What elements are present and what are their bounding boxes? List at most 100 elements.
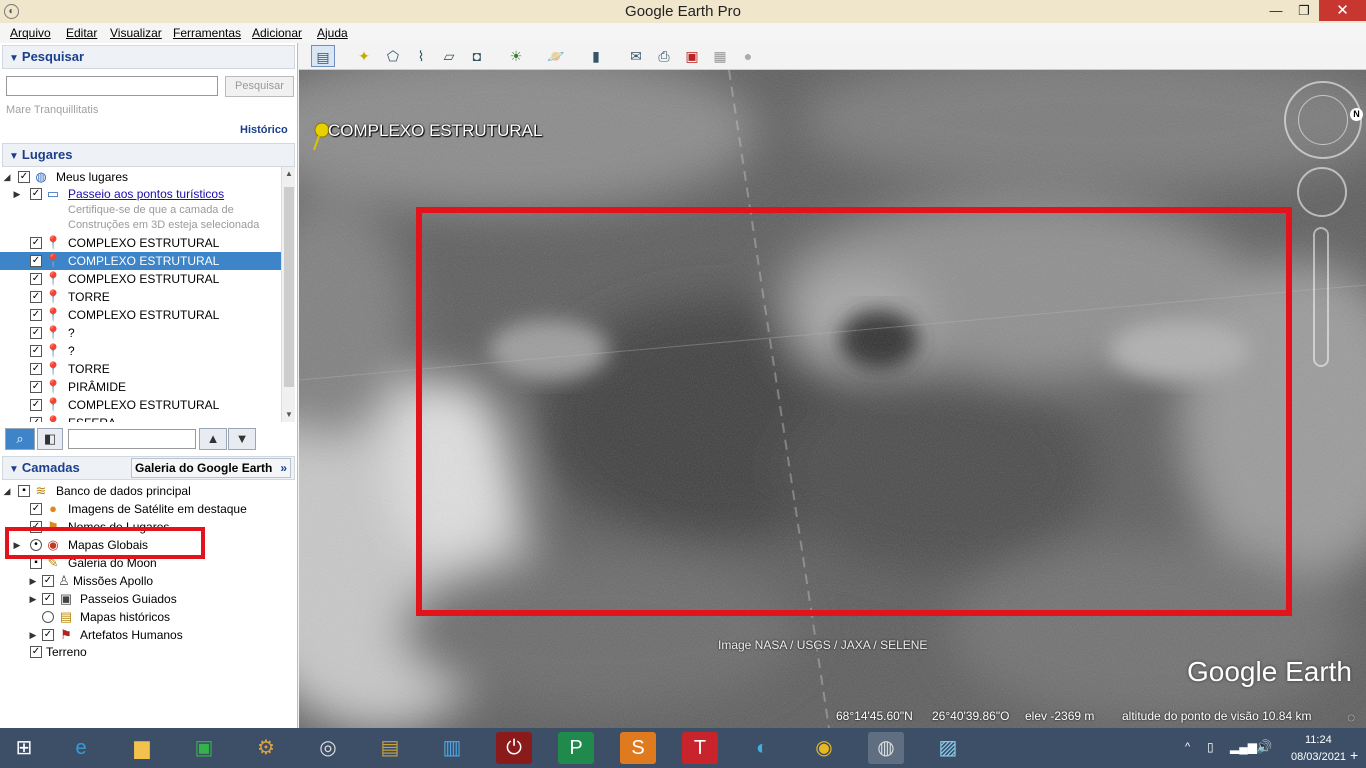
tree-item-placemark[interactable]: ✓ 📍 PIRÂMIDE (0, 378, 281, 396)
tree-item-placemark[interactable]: ✓ 📍 COMPLEXO ESTRUTURAL (0, 234, 281, 252)
scroll-up-arrow-icon[interactable]: ▲ (282, 169, 296, 178)
look-joystick-inner[interactable] (1298, 95, 1348, 145)
placemark-label[interactable]: COMPLEXO ESTRUTURAL (328, 121, 542, 141)
internet-explorer-icon[interactable]: e (63, 732, 99, 764)
menu-adicionar[interactable]: Adicionar (252, 26, 302, 40)
volume-icon[interactable]: 🔊 (1256, 739, 1272, 755)
google-earth-pro-icon[interactable]: ◍ (868, 732, 904, 764)
tree-item-placemark[interactable]: ✓ 📍 ? (0, 324, 281, 342)
store-icon[interactable]: ▣ (186, 732, 222, 764)
places-scrollbar[interactable]: ▲ ▼ (281, 167, 295, 422)
map-viewer[interactable]: COMPLEXO ESTRUTURAL N Image NASA / USGS … (299, 70, 1366, 728)
expand-arrow-icon[interactable]: ▶ (28, 572, 38, 590)
collapse-arrow-icon[interactable]: ◢ (2, 482, 12, 500)
add-polygon-button[interactable]: ⬠ (381, 45, 405, 67)
checkbox[interactable]: ✓ (30, 255, 42, 267)
layer-apollo-missions[interactable]: ▶ ✓ ♙ Missões Apollo (0, 572, 281, 590)
add-overlay-button[interactable]: ▱ (437, 45, 461, 67)
checkbox[interactable]: ✓ (30, 417, 42, 422)
file-explorer-icon[interactable]: ▆ (124, 732, 160, 764)
edge-icon[interactable]: ◐ (744, 732, 780, 764)
layer-terrain[interactable]: ✓ Terreno (0, 643, 281, 661)
checkbox[interactable]: ✓ (30, 237, 42, 249)
speaker-icon[interactable]: ◎ (310, 732, 346, 764)
tree-item-meus-lugares[interactable]: ◢ ✓ ◍ Meus lugares (0, 168, 281, 186)
checkbox[interactable]: ✓ (18, 171, 30, 183)
layer-human-artifacts[interactable]: ▶ ✓ ⚑ Artefatos Humanos (0, 626, 281, 644)
tree-item-placemark[interactable]: ✓ 📍 TORRE (0, 288, 281, 306)
menu-ajuda[interactable]: Ajuda (317, 26, 348, 40)
expand-arrow-icon[interactable]: ▶ (28, 590, 38, 608)
checkbox[interactable]: ✓ (42, 575, 54, 587)
checkbox[interactable]: ✓ (30, 327, 42, 339)
north-indicator[interactable]: N (1350, 108, 1363, 121)
publisher-icon[interactable]: P (558, 732, 594, 764)
add-path-button[interactable]: ⌇ (409, 45, 433, 67)
checkbox[interactable]: ✓ (30, 291, 42, 303)
settings-app-icon[interactable]: ▥ (434, 732, 470, 764)
sway-icon[interactable]: S (620, 732, 656, 764)
checkbox[interactable]: ✓ (42, 629, 54, 641)
sidebar-toggle-button[interactable]: ▤ (311, 45, 335, 67)
move-joystick[interactable] (1297, 167, 1347, 217)
moon-button[interactable]: ● (736, 45, 760, 67)
tree-item-placemark[interactable]: ✓ 📍 COMPLEXO ESTRUTURAL (0, 306, 281, 324)
layer-satellite[interactable]: ✓ ● Imagens de Satélite em destaque (0, 500, 281, 518)
zoom-slider[interactable] (1313, 227, 1329, 367)
checkbox[interactable]: ✓ (30, 188, 42, 200)
maps-button[interactable]: ▦ (708, 45, 732, 67)
scroll-down-arrow-icon[interactable]: ▼ (282, 410, 296, 419)
clock-date[interactable]: 08/03/2021 (1291, 751, 1346, 763)
planets-button[interactable]: 🪐 (544, 45, 568, 67)
notification-icon[interactable]: + (1350, 747, 1358, 763)
app-gear-icon[interactable]: ⚙ (248, 732, 284, 764)
maximize-button[interactable]: ❐ (1291, 0, 1317, 21)
layer-guided-tours[interactable]: ▶ ✓ ▣ Passeios Guiados (0, 590, 281, 608)
checkbox[interactable]: ✓ (30, 646, 42, 658)
network-icon[interactable]: ▂▄▆ (1230, 740, 1257, 754)
layer-main-database[interactable]: ◢ ▪ ≋ Banco de dados principal (0, 482, 281, 500)
expand-arrow-icon[interactable]: ▶ (28, 626, 38, 644)
places-panel-header[interactable]: ▼ Lugares (2, 143, 295, 167)
tree-item-placemark-selected[interactable]: ✓ 📍 COMPLEXO ESTRUTURAL (0, 252, 281, 270)
layer-historical-maps[interactable]: ▤ Mapas históricos (0, 608, 281, 626)
historical-imagery-button[interactable]: ☀ (504, 45, 528, 67)
close-button[interactable]: ✕ (1319, 0, 1366, 21)
menu-editar[interactable]: Editar (66, 26, 97, 40)
windows-start-icon[interactable]: ⊞ (6, 732, 42, 764)
panel-toggle-button[interactable]: ◧ (37, 428, 63, 450)
power-icon[interactable]: ⏻ (496, 732, 532, 764)
menu-visualizar[interactable]: Visualizar (110, 26, 162, 40)
checkbox-partial[interactable]: ▪ (18, 485, 30, 497)
earth-gallery-button[interactable]: Galeria do Google Earth» (131, 458, 291, 478)
checkbox[interactable]: ✓ (42, 593, 54, 605)
battery-icon[interactable]: ▯ (1207, 740, 1214, 754)
scroll-thumb[interactable] (284, 187, 294, 387)
save-image-button[interactable]: ▣ (680, 45, 704, 67)
clock-time[interactable]: 11:24 (1305, 734, 1332, 746)
tree-item-placemark[interactable]: ✓ 📍 COMPLEXO ESTRUTURAL (0, 396, 281, 414)
menu-arquivo[interactable]: Arquivo (10, 26, 51, 40)
checkbox[interactable]: ✓ (30, 399, 42, 411)
checkbox[interactable]: ✓ (30, 363, 42, 375)
tray-chevron-icon[interactable]: ^ (1185, 741, 1190, 753)
add-placemark-button[interactable]: ✦ (352, 45, 376, 67)
t-app-icon[interactable]: T (682, 732, 718, 764)
search-places-button[interactable]: ⌕ (5, 428, 35, 450)
tree-item-placemark[interactable]: ✓ 📍 ? (0, 342, 281, 360)
checkbox[interactable]: ✓ (30, 309, 42, 321)
minimize-button[interactable]: — (1263, 0, 1289, 21)
tree-item-placemark[interactable]: ✓ 📍 TORRE (0, 360, 281, 378)
tree-item-placemark[interactable]: ✓ 📍 ESFERA (0, 414, 281, 422)
print-button[interactable]: ⎙ (652, 45, 676, 67)
checkbox[interactable]: ✓ (30, 381, 42, 393)
checkbox[interactable]: ✓ (30, 273, 42, 285)
photos-icon[interactable]: ▨ (930, 732, 966, 764)
places-filter-input[interactable] (68, 429, 196, 449)
radio-button[interactable] (42, 611, 54, 623)
checkbox[interactable]: ✓ (30, 345, 42, 357)
search-input[interactable] (6, 76, 218, 96)
search-panel-header[interactable]: ▼ Pesquisar (2, 45, 295, 69)
checkbox[interactable]: ✓ (30, 503, 42, 515)
move-up-button[interactable]: ▲ (199, 428, 227, 450)
